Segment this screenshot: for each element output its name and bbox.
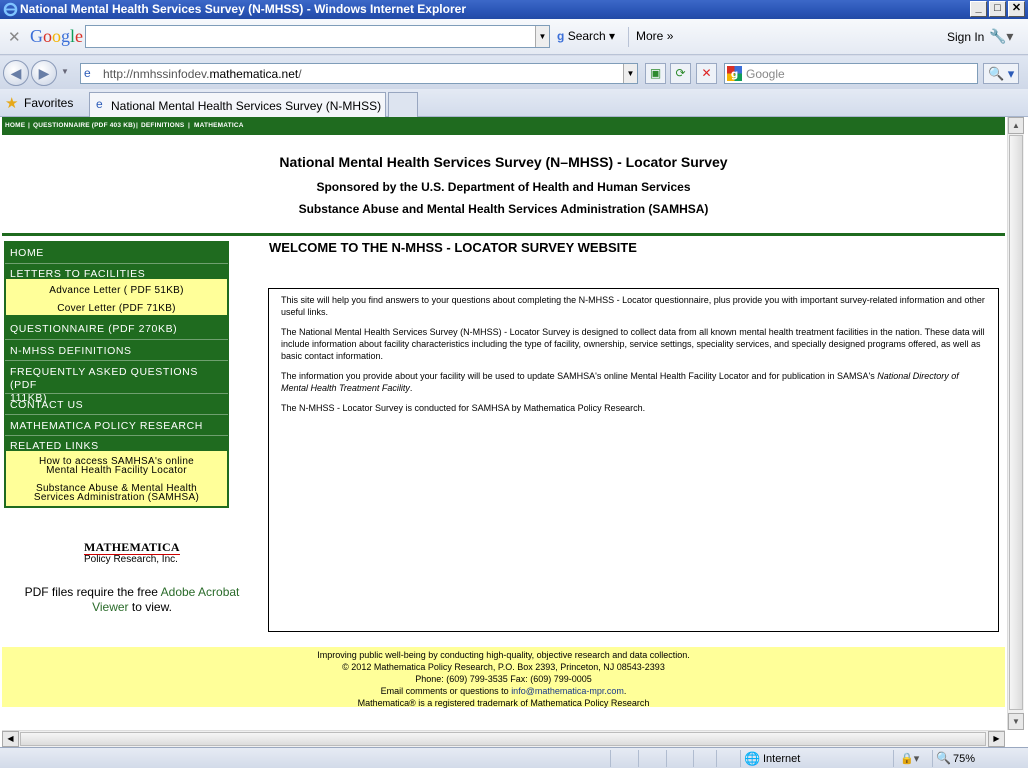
zoom-icon[interactable]: 🔍 xyxy=(936,751,951,765)
footer-tagline: Improving public well-being by conductin… xyxy=(317,650,690,660)
topnav-home-link[interactable]: HOME xyxy=(5,122,25,129)
favorites-button[interactable]: Favorites xyxy=(24,96,73,110)
google-search-button[interactable]: g Search ▾ xyxy=(557,29,615,43)
google-g-icon: g xyxy=(557,29,565,43)
horizontal-scroll-thumb[interactable] xyxy=(20,732,986,746)
sidebar-item-related-links[interactable]: RELATED LINKS xyxy=(5,435,228,452)
samhsa-locator-link[interactable]: How to access SAMHSA's online Mental Heal… xyxy=(6,457,227,476)
minimize-button[interactable]: _ xyxy=(970,1,987,17)
back-arrow-icon: ◀ xyxy=(10,65,22,81)
double-chevron-icon: » xyxy=(666,29,674,43)
new-tab-button[interactable] xyxy=(388,92,418,117)
magnifier-icon: 🔍 xyxy=(988,66,1005,81)
web-page: HOME | QUESTIONNAIRE (PDF 403 KB) | DEFI… xyxy=(2,117,1005,730)
refresh-icon[interactable]: ⟳ xyxy=(670,63,691,84)
samhsa-link[interactable]: Substance Abuse & Mental Health Services … xyxy=(6,484,227,503)
vertical-scrollbar[interactable]: ▲ ▼ xyxy=(1007,117,1024,730)
history-dropdown-icon[interactable]: ▼ xyxy=(61,67,69,76)
more-button[interactable]: More » xyxy=(636,29,673,43)
usage-paragraph: The information you provide about your f… xyxy=(281,371,959,393)
search-go-button[interactable]: 🔍 ▾ xyxy=(983,63,1019,84)
back-button[interactable]: ◀ xyxy=(3,60,29,86)
close-toolbar-icon[interactable]: ✕ xyxy=(8,28,21,46)
google-toolbar: ✕ Google ▼ g Search ▾ More » Sign In 🔧▾ xyxy=(0,19,1028,55)
page-title: National Mental Health Services Survey (… xyxy=(279,154,728,170)
description-paragraph: The National Mental Health Services Surv… xyxy=(281,327,985,361)
window-title: National Mental Health Services Survey (… xyxy=(20,2,466,16)
sidebar-item-home[interactable]: HOME xyxy=(5,247,228,259)
related-links-submenu: How to access SAMHSA's online Mental Heal… xyxy=(6,451,227,506)
page-icon: e xyxy=(96,97,103,111)
address-input[interactable]: e http://nmhssinfodev.mathematica.net/ ▼ xyxy=(80,63,638,84)
sidebar-item-contact[interactable]: CONTACT US xyxy=(5,393,228,411)
sponsor-line: Sponsored by the U.S. Department of Heal… xyxy=(316,180,691,194)
svg-text:g: g xyxy=(731,68,738,80)
advance-letter-link[interactable]: Advance Letter ( PDF 51KB) xyxy=(6,286,227,296)
search-placeholder: Google xyxy=(746,67,785,81)
search-history-dropdown-icon[interactable]: ▼ xyxy=(535,26,549,47)
footer-trademark: Mathematica® is a registered trademark o… xyxy=(357,698,650,708)
vertical-scroll-thumb[interactable] xyxy=(1009,135,1023,710)
google-logo: Google xyxy=(30,26,84,46)
globe-icon: 🌐 xyxy=(744,751,761,766)
sign-in-link[interactable]: Sign In xyxy=(947,30,984,44)
page-icon: e xyxy=(84,66,91,80)
address-dropdown-icon[interactable]: ▼ xyxy=(623,64,637,83)
close-window-button[interactable]: ✕ xyxy=(1008,1,1025,17)
welcome-heading: WELCOME TO THE N-MHSS - LOCATOR SURVEY W… xyxy=(269,240,637,255)
tab-nmhss[interactable]: e National Mental Health Services Survey… xyxy=(89,92,386,117)
google-toolbar-search-input[interactable]: ▼ xyxy=(85,25,550,48)
sidebar-item-questionnaire[interactable]: QUESTIONNAIRE (PDF 270KB) xyxy=(5,323,228,335)
pdf-note: PDF files require the free Adobe Acrobat… xyxy=(24,585,240,614)
footer-copyright: © 2012 Mathematica Policy Research, P.O.… xyxy=(342,662,665,672)
page-viewport: HOME | QUESTIONNAIRE (PDF 403 KB) | DEFI… xyxy=(0,117,1028,747)
footer-email: Email comments or questions to info@math… xyxy=(380,686,627,696)
horizontal-scrollbar[interactable]: ◀ ▶ xyxy=(2,730,1005,747)
page-header: National Mental Health Services Survey (… xyxy=(2,135,1005,236)
scroll-down-icon[interactable]: ▼ xyxy=(1008,713,1024,730)
ie-logo-icon xyxy=(3,2,18,17)
topnav-definitions-link[interactable]: DEFINITIONS xyxy=(141,122,184,129)
scroll-right-icon[interactable]: ▶ xyxy=(988,731,1005,747)
status-bar: 🌐 Internet 🔒▾ 🔍 75% xyxy=(0,747,1028,768)
side-navigation: HOME LETTERS TO FACILITIES Advance Lette… xyxy=(4,241,229,508)
google-g-icon: g xyxy=(727,66,742,81)
browser-window: National Mental Health Services Survey (… xyxy=(0,0,1028,768)
top-navigation: HOME | QUESTIONNAIRE (PDF 403 KB) | DEFI… xyxy=(2,117,1005,135)
sidebar-item-letters[interactable]: LETTERS TO FACILITIES xyxy=(5,263,228,280)
conducted-by-paragraph: The N-MHSS - Locator Survey is conducted… xyxy=(281,403,646,413)
title-bar: National Mental Health Services Survey (… xyxy=(0,0,1028,19)
forward-arrow-icon: ▶ xyxy=(38,65,50,81)
email-link[interactable]: info@mathematica-mpr.com xyxy=(511,686,624,696)
favorites-bar: ★ Favorites e National Mental Health Ser… xyxy=(0,89,1028,117)
protected-mode-icon[interactable]: 🔒▾ xyxy=(900,752,919,765)
security-zone: Internet xyxy=(763,753,801,765)
stop-icon[interactable]: ✕ xyxy=(696,63,717,84)
sidebar-item-definitions[interactable]: N-MHSS DEFINITIONS xyxy=(5,339,228,357)
agency-line: Substance Abuse and Mental Health Servic… xyxy=(298,202,709,216)
intro-paragraph: This site will help you find answers to … xyxy=(281,295,985,317)
sidebar-item-policy-research[interactable]: MATHEMATICA POLICY RESEARCH xyxy=(5,414,228,432)
scroll-up-icon[interactable]: ▲ xyxy=(1008,117,1024,134)
address-bar-row: ◀ ▶ ▼ e http://nmhssinfodev.mathematica.… xyxy=(0,56,1028,89)
compatibility-view-icon[interactable]: ▣ xyxy=(645,63,666,84)
letters-submenu: Advance Letter ( PDF 51KB) Cover Letter … xyxy=(6,279,227,315)
google-search-box[interactable]: g Google xyxy=(724,63,978,84)
scroll-left-icon[interactable]: ◀ xyxy=(2,731,19,747)
topnav-questionnaire-link[interactable]: QUESTIONNAIRE (PDF 403 KB) xyxy=(33,122,135,129)
maximize-button[interactable]: □ xyxy=(989,1,1006,17)
topnav-mathematica-link[interactable]: MATHEMATICA xyxy=(194,122,244,129)
page-footer: Improving public well-being by conductin… xyxy=(2,647,1005,708)
cover-letter-link[interactable]: Cover Letter (PDF 71KB) xyxy=(6,304,227,314)
zoom-level[interactable]: 75% xyxy=(953,753,975,765)
wrench-icon[interactable]: 🔧▾ xyxy=(989,28,1013,45)
favorites-star-icon[interactable]: ★ xyxy=(5,94,18,112)
mathematica-logo[interactable]: MATHEMATICA Policy Research, Inc. xyxy=(84,540,184,570)
footer-phone: Phone: (609) 799-3535 Fax: (609) 799-000… xyxy=(415,674,592,684)
content-box: This site will help you find answers to … xyxy=(268,288,999,632)
forward-button[interactable]: ▶ xyxy=(31,60,57,86)
